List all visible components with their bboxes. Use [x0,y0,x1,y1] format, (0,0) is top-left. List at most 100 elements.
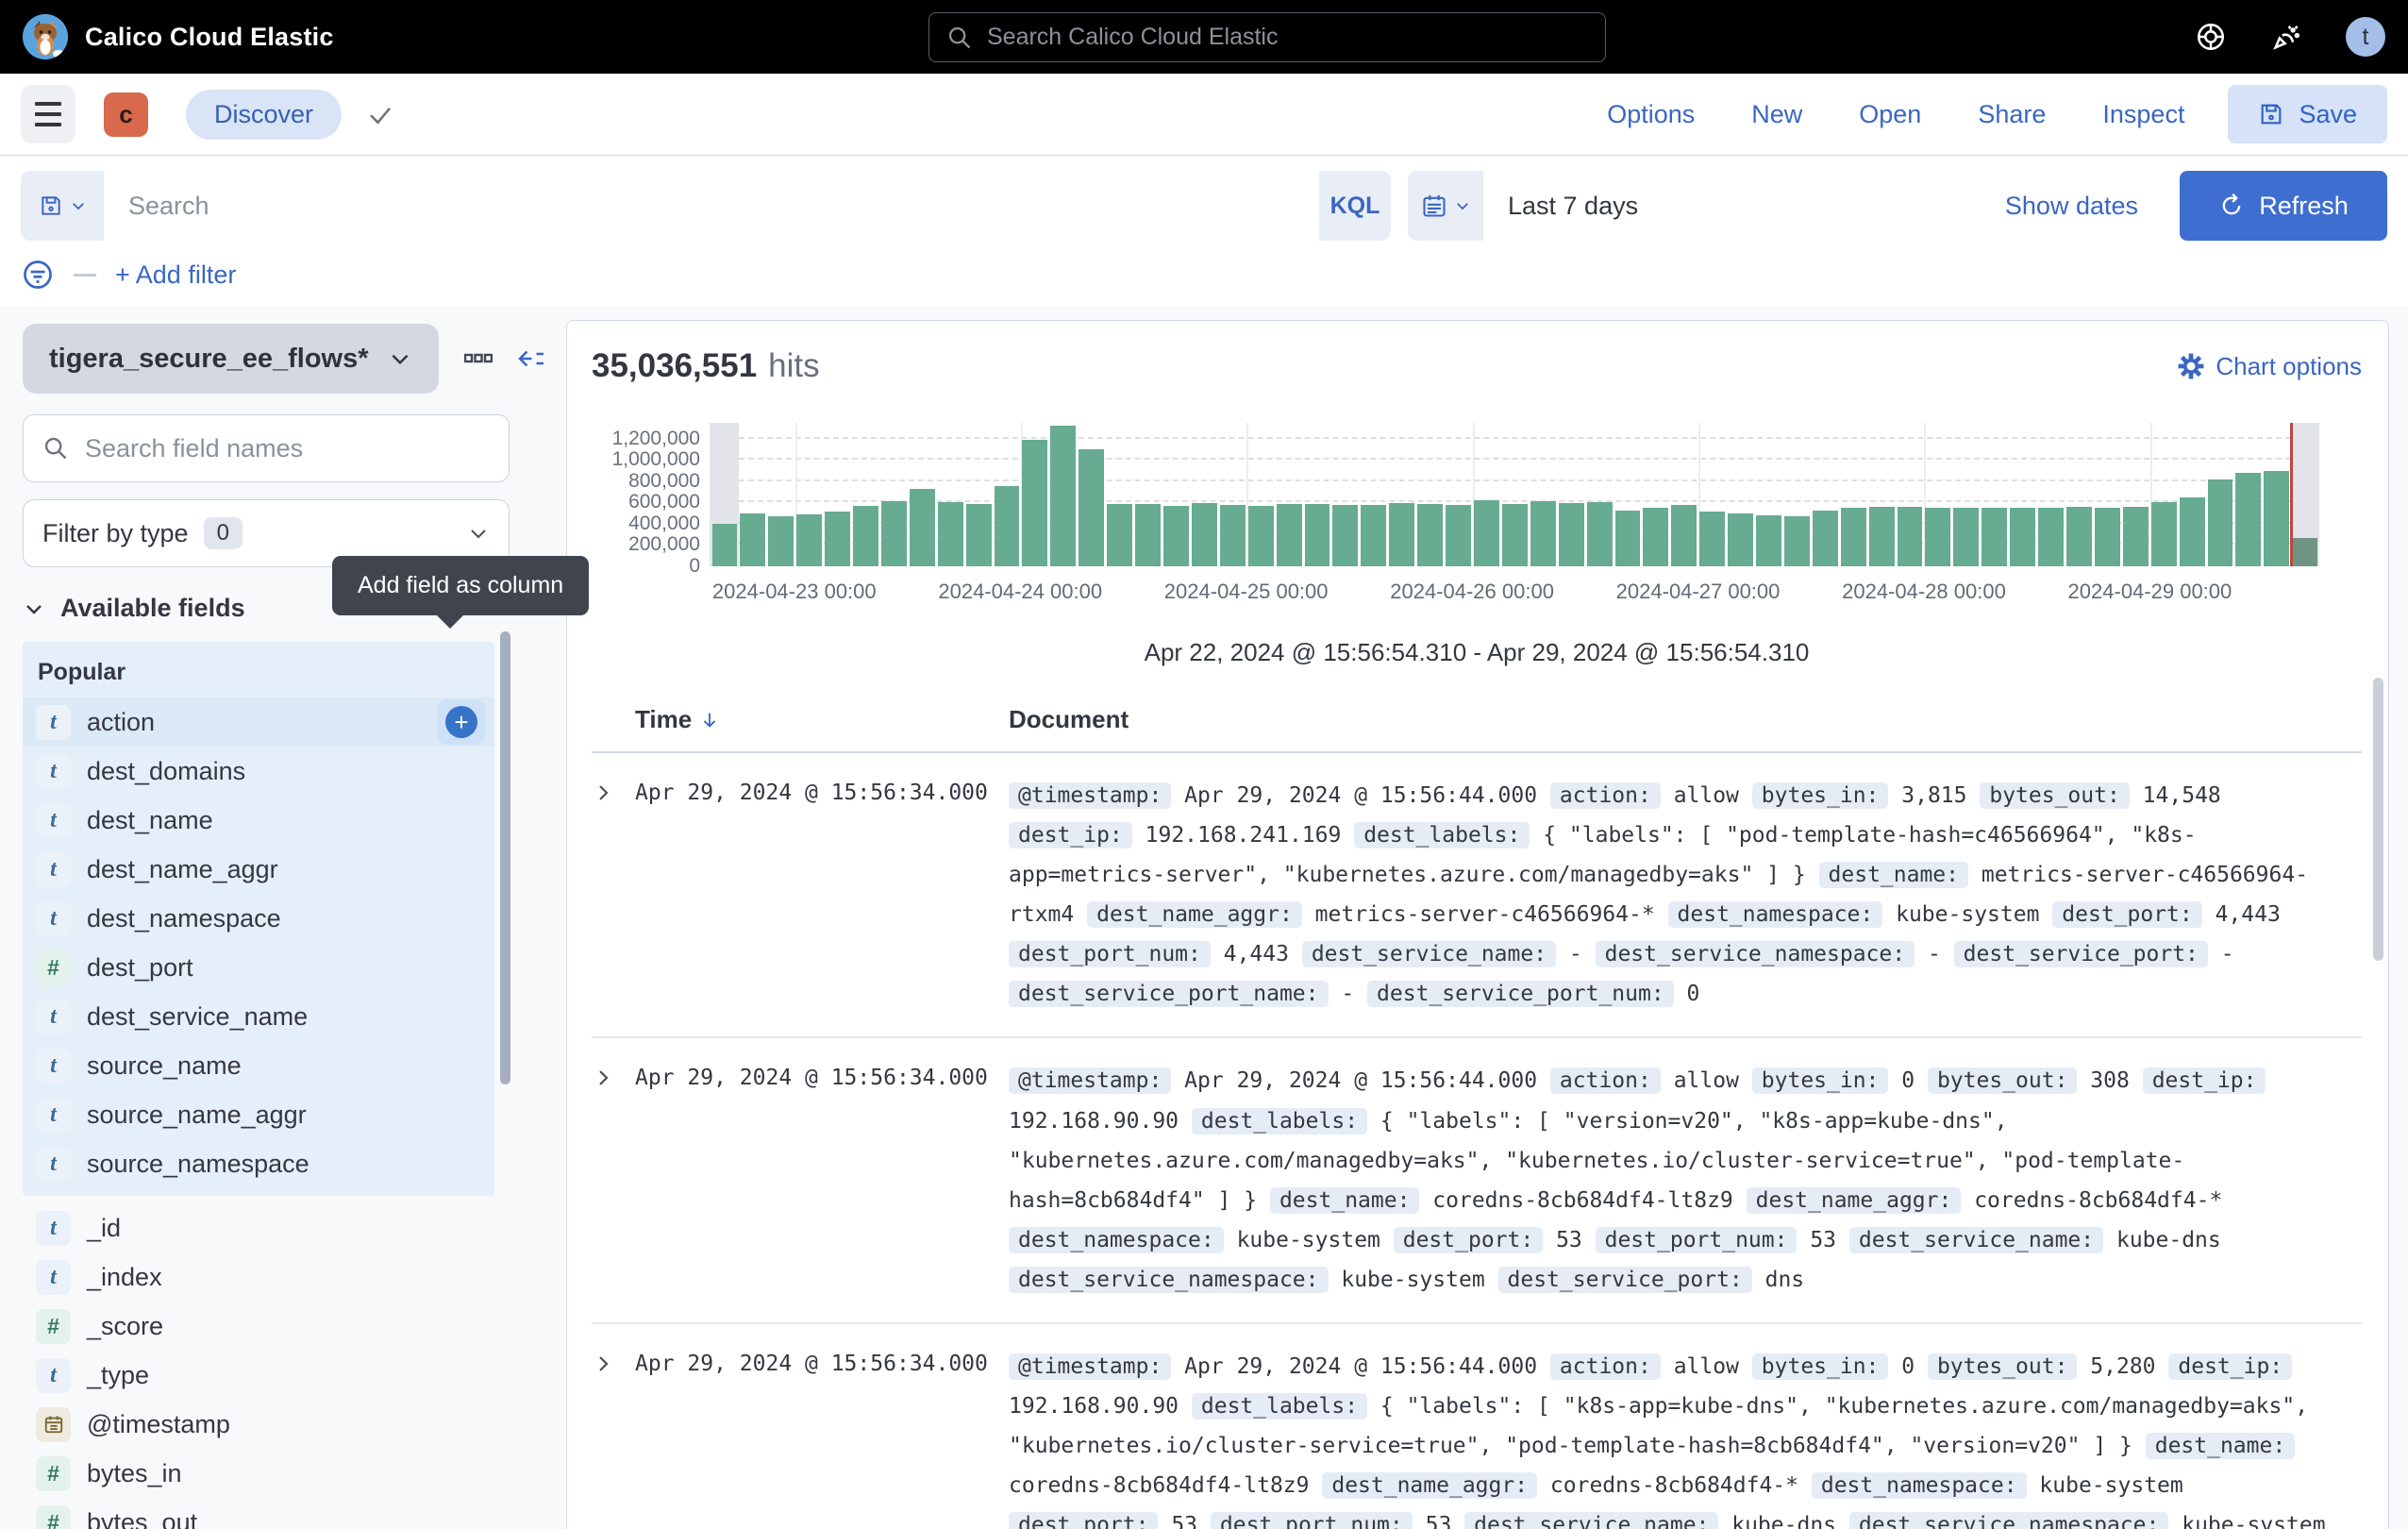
field-item-dest_domains[interactable]: tdest_domains [23,747,494,796]
histogram-bar[interactable] [1839,423,1867,566]
histogram-bar[interactable] [1134,423,1162,566]
open-link[interactable]: Open [1859,100,1921,129]
histogram-bar[interactable] [1218,423,1246,566]
menu-icon[interactable] [21,85,75,143]
histogram-bar[interactable] [1529,423,1557,566]
field-settings-icon[interactable] [464,351,493,366]
histogram-bar[interactable] [711,423,739,566]
chart-options-button[interactable]: Chart options [2178,352,2362,381]
histogram-bar[interactable] [1246,423,1275,566]
date-quick-menu[interactable] [1408,193,1483,219]
histogram-bar[interactable] [1782,423,1811,566]
help-icon[interactable] [2195,21,2227,53]
user-avatar[interactable]: t [2346,17,2385,57]
histogram-bar[interactable] [2093,423,2121,566]
histogram-bar[interactable] [852,423,880,566]
field-item-_score[interactable]: #_score [23,1302,494,1351]
options-link[interactable]: Options [1607,100,1695,129]
histogram-bar[interactable] [2291,423,2319,566]
field-item-source_namespace[interactable]: tsource_namespace [23,1139,494,1188]
kql-switch[interactable]: KQL [1319,193,1391,220]
refresh-button[interactable]: Refresh [2180,171,2387,241]
histogram-bar[interactable] [1952,423,1981,566]
histogram-bar[interactable] [1303,423,1331,566]
field-item-dest_name[interactable]: tdest_name [23,796,494,845]
histogram-bar[interactable] [1078,423,1106,566]
histogram-bar[interactable] [1614,423,1642,566]
histogram-bar[interactable] [1331,423,1360,566]
histogram-bar[interactable] [739,423,767,566]
histogram-bar[interactable] [879,423,908,566]
table-scrollbar[interactable] [2373,678,2383,961]
saved-queries-menu[interactable] [21,193,104,218]
histogram-bar[interactable] [2065,423,2094,566]
histogram-bar[interactable] [824,423,852,566]
field-item-action[interactable]: taction+ [23,697,494,747]
histogram-bar[interactable] [1670,423,1698,566]
add-field-as-column-button[interactable]: + [438,699,485,745]
histogram-bar[interactable] [2121,423,2149,566]
field-item-dest_service_name[interactable]: tdest_service_name [23,992,494,1041]
histogram-bar[interactable] [2206,423,2234,566]
field-item-_id[interactable]: t_id [23,1203,494,1252]
field-search-box[interactable] [23,414,510,482]
field-item-bytes_in[interactable]: #bytes_in [23,1449,494,1498]
histogram-bar[interactable] [1642,423,1670,566]
histogram-bar[interactable] [795,423,824,566]
histogram-chart[interactable]: 0200,000400,000600,000800,0001,000,0001,… [592,423,2362,566]
save-button[interactable]: Save [2228,85,2387,143]
histogram-bar[interactable] [1162,423,1191,566]
histogram-plot[interactable] [710,423,2319,566]
field-item-dest_name_aggr[interactable]: tdest_name_aggr [23,845,494,894]
date-range-value[interactable]: Last 7 days [1508,192,1638,221]
collapse-sidebar-icon[interactable] [513,344,545,373]
histogram-bar[interactable] [1472,423,1500,566]
histogram-bar[interactable] [2037,423,2065,566]
kql-search-input[interactable] [104,171,1319,241]
histogram-bar[interactable] [1388,423,1416,566]
histogram-bar[interactable] [1445,423,1473,566]
histogram-bar[interactable] [1049,423,1078,566]
histogram-bar[interactable] [1867,423,1896,566]
histogram-bar[interactable] [2149,423,2178,566]
histogram-bar[interactable] [1106,423,1134,566]
field-item-dest_port[interactable]: #dest_port [23,943,494,992]
histogram-bar[interactable] [2009,423,2037,566]
histogram-bar[interactable] [1727,423,1755,566]
histogram-bar[interactable] [1585,423,1614,566]
histogram-bar[interactable] [1698,423,1727,566]
expand-row-icon[interactable] [592,1061,635,1299]
histogram-bar[interactable] [1190,423,1218,566]
histogram-bar[interactable] [936,423,964,566]
inspect-link[interactable]: Inspect [2102,100,2184,129]
newsfeed-icon[interactable] [2270,21,2302,53]
breadcrumb[interactable]: Discover [186,90,342,140]
global-search-input[interactable] [987,24,1588,51]
histogram-bar[interactable] [1275,423,1303,566]
sidebar-scrollbar[interactable] [500,631,510,1084]
field-item-dest_namespace[interactable]: tdest_namespace [23,894,494,943]
field-item-@timestamp[interactable]: @timestamp [23,1400,494,1449]
histogram-bar[interactable] [1416,423,1445,566]
field-item-source_name_aggr[interactable]: tsource_name_aggr [23,1090,494,1139]
histogram-bar[interactable] [1755,423,1783,566]
histogram-bar[interactable] [1811,423,1839,566]
histogram-bar[interactable] [908,423,936,566]
histogram-bar[interactable] [767,423,795,566]
histogram-bar[interactable] [993,423,1021,566]
space-badge[interactable]: c [104,92,148,137]
field-item-source_name[interactable]: tsource_name [23,1041,494,1090]
global-search[interactable] [928,12,1606,62]
field-item-_type[interactable]: t_type [23,1351,494,1400]
histogram-bar[interactable] [1360,423,1388,566]
histogram-bar[interactable] [1557,423,1585,566]
field-item-bytes_out[interactable]: #bytes_out [23,1498,494,1529]
field-item-_index[interactable]: t_index [23,1252,494,1302]
show-dates-link[interactable]: Show dates [2005,192,2138,221]
expand-row-icon[interactable] [592,776,635,1014]
histogram-bar[interactable] [1981,423,2009,566]
new-link[interactable]: New [1751,100,1802,129]
share-link[interactable]: Share [1978,100,2046,129]
histogram-bar[interactable] [2178,423,2206,566]
histogram-bar[interactable] [1021,423,1049,566]
